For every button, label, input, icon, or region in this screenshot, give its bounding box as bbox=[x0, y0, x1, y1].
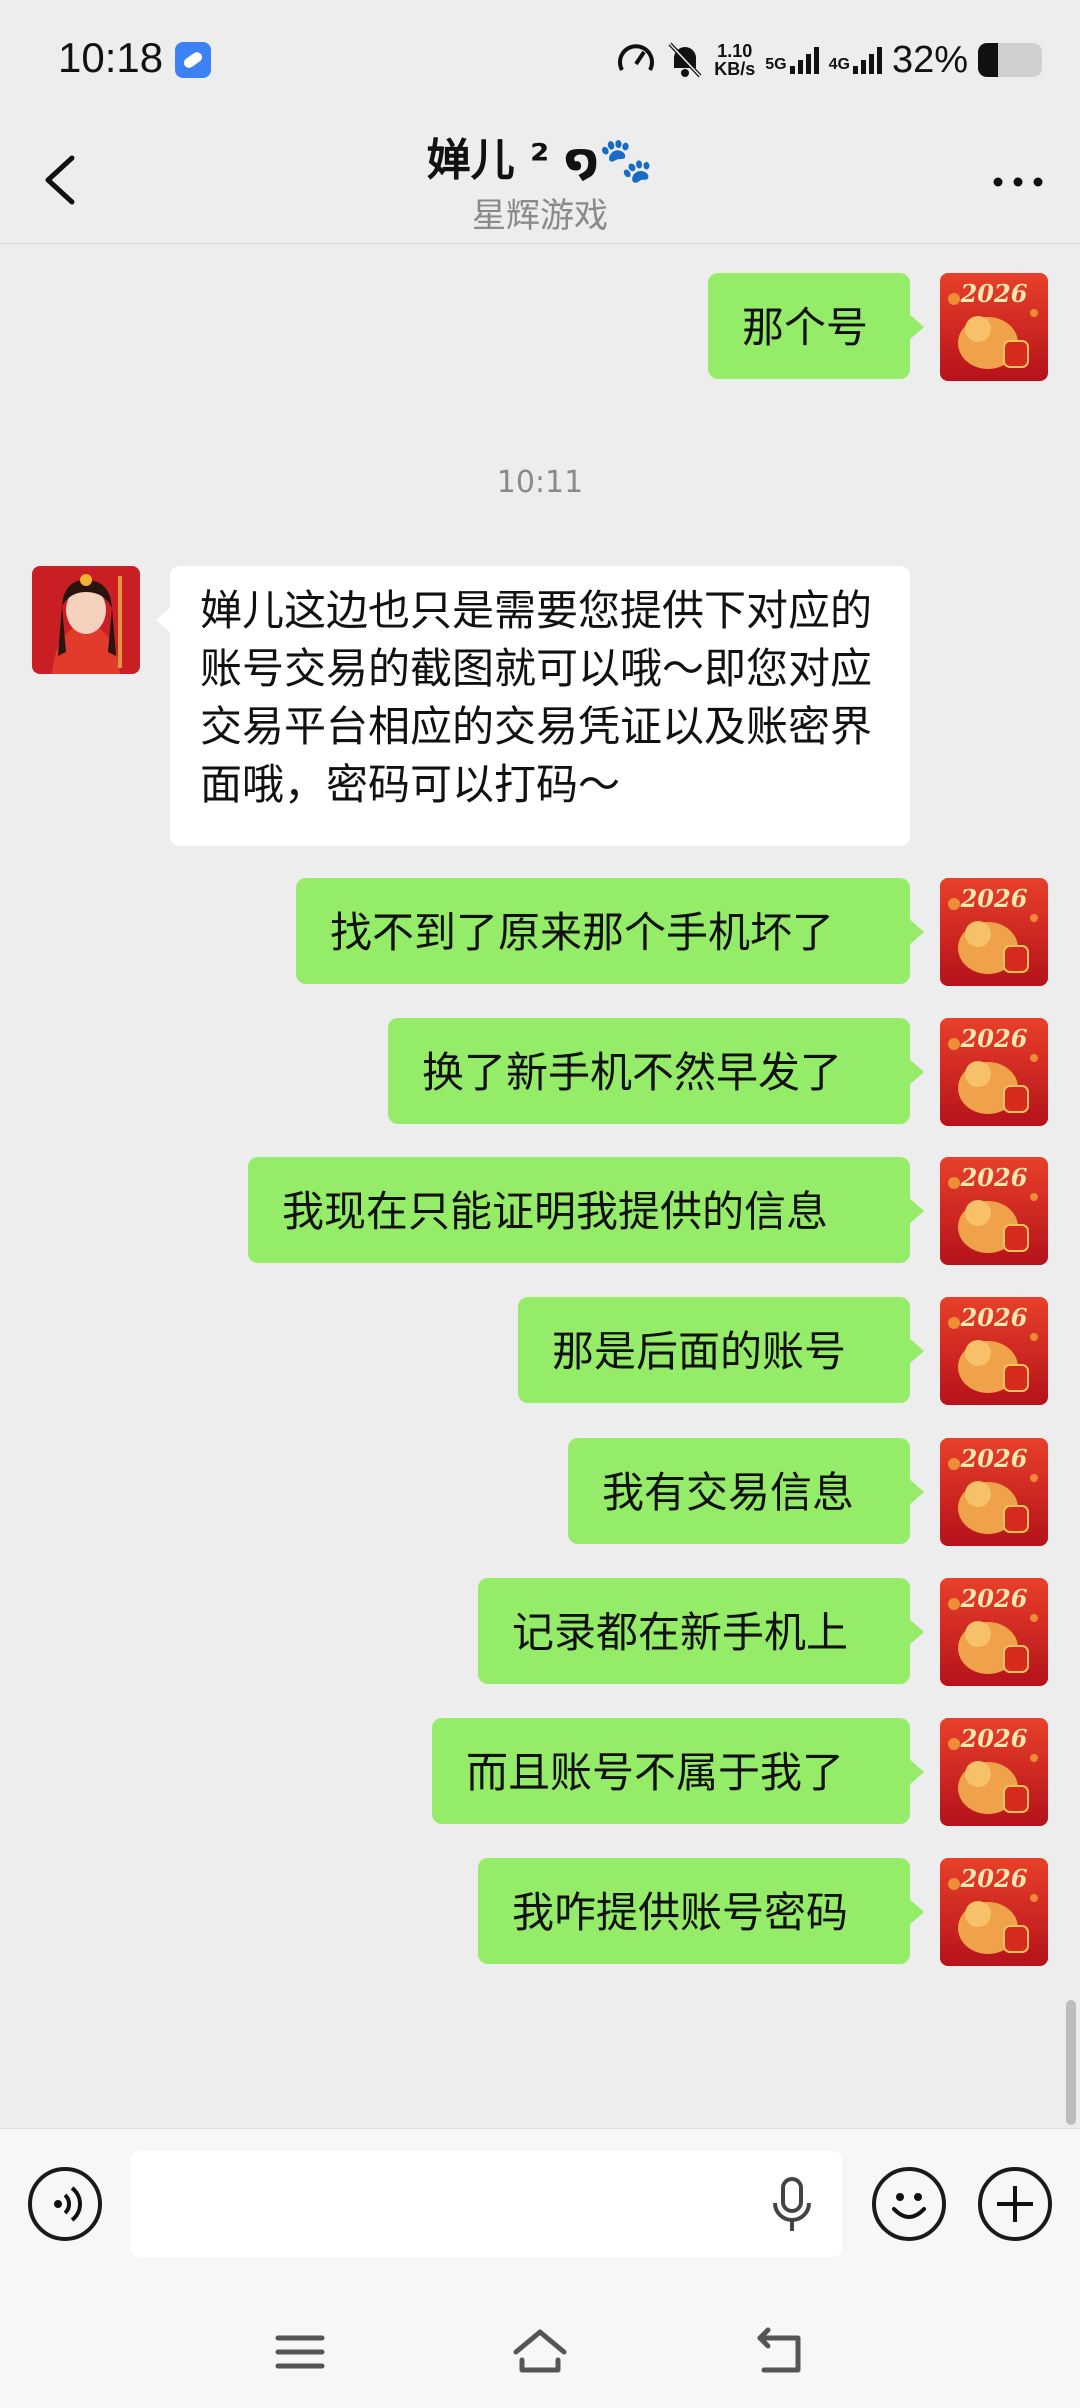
self-avatar[interactable]: 2026 bbox=[940, 1157, 1048, 1266]
network-speed: 1.10 KB/s bbox=[714, 41, 756, 79]
microphone-icon[interactable] bbox=[770, 2175, 814, 2235]
chat-subtitle: 星辉游戏 bbox=[472, 196, 608, 236]
system-nav-bar bbox=[0, 2298, 1080, 2408]
self-avatar[interactable]: 2026 bbox=[940, 272, 1048, 381]
self-avatar[interactable]: 2026 bbox=[940, 1718, 1048, 1827]
signal-5g: 5G bbox=[765, 46, 819, 74]
avatar-year-label: 2026 bbox=[960, 1023, 1028, 1053]
avatar-year-label: 2026 bbox=[960, 1724, 1028, 1754]
outgoing-message[interactable]: 而且账号不属于我了 bbox=[432, 1718, 924, 1825]
self-avatar[interactable]: 2026 bbox=[940, 1438, 1048, 1547]
app-notification-icon bbox=[175, 42, 211, 78]
outgoing-message[interactable]: 记录都在新手机上 bbox=[478, 1578, 924, 1685]
avatar-year-label: 2026 bbox=[960, 278, 1028, 308]
chat-scrollbar[interactable] bbox=[1066, 2000, 1076, 2125]
outgoing-message[interactable]: 那是后面的账号 bbox=[518, 1297, 924, 1404]
emoji-icon bbox=[892, 2193, 926, 2219]
outgoing-message[interactable]: 找不到了原来那个手机坏了 bbox=[296, 877, 924, 984]
mute-bell-icon bbox=[668, 42, 702, 78]
outgoing-message[interactable]: 我现在只能证明我提供的信息 bbox=[248, 1157, 924, 1264]
signal-icon bbox=[789, 46, 819, 74]
menu-icon[interactable] bbox=[270, 2324, 330, 2380]
chat-title[interactable]: 婵儿 ² ໑🐾 bbox=[0, 124, 1080, 188]
self-avatar[interactable]: 2026 bbox=[940, 1857, 1048, 1966]
battery-icon bbox=[978, 43, 1042, 77]
outgoing-message[interactable]: 我咋提供账号密码 bbox=[478, 1857, 924, 1964]
contact-avatar[interactable] bbox=[32, 566, 140, 675]
battery-fill bbox=[978, 43, 999, 77]
chat-header: 婵儿 ² ໑🐾 星辉游戏 bbox=[0, 118, 1080, 244]
avatar-year-label: 2026 bbox=[960, 1863, 1028, 1893]
input-bar bbox=[0, 2128, 1080, 2298]
outgoing-message[interactable]: 我有交易信息 bbox=[568, 1438, 924, 1545]
self-avatar[interactable]: 2026 bbox=[940, 1297, 1048, 1406]
speedometer-icon bbox=[618, 44, 655, 71]
outgoing-message[interactable]: 那个号 bbox=[708, 272, 924, 379]
voice-toggle-button[interactable] bbox=[28, 2167, 102, 2241]
avatar-year-label: 2026 bbox=[960, 1584, 1028, 1614]
more-functions-button[interactable] bbox=[978, 2167, 1052, 2241]
self-avatar[interactable]: 2026 bbox=[940, 1578, 1048, 1687]
status-bar: 10:18 1.10 KB/s 5G 4G 32% bbox=[0, 0, 1080, 118]
signal-4g: 4G bbox=[829, 46, 882, 74]
avatar-year-label: 2026 bbox=[960, 1303, 1028, 1333]
outgoing-message[interactable]: 换了新手机不然早发了 bbox=[388, 1017, 924, 1124]
incoming-message[interactable]: 婵儿这边也只是需要您提供下对应的账号交易的截图就可以哦～即您对应交易平台相应的交… bbox=[156, 566, 910, 847]
avatar-year-label: 2026 bbox=[960, 883, 1028, 913]
signal-icon bbox=[852, 46, 882, 74]
self-avatar[interactable]: 2026 bbox=[940, 877, 1048, 986]
chat-area[interactable]: 那个人跟我没关系2026那个号202610:11婵儿这边也只是需要您提供下对应的… bbox=[0, 245, 1080, 2128]
status-indicators: 1.10 KB/s 5G 4G 32% bbox=[616, 30, 1042, 90]
avatar-year-label: 2026 bbox=[960, 1163, 1028, 1193]
home-icon[interactable] bbox=[510, 2324, 570, 2380]
avatar-year-label: 2026 bbox=[960, 1444, 1028, 1474]
battery-percent: 32% bbox=[891, 38, 968, 81]
status-time: 10:18 bbox=[58, 34, 164, 81]
back-nav-icon[interactable] bbox=[750, 2324, 810, 2380]
voice-icon bbox=[54, 2186, 82, 2222]
message-input[interactable] bbox=[130, 2151, 842, 2257]
message-timestamp: 10:11 bbox=[496, 464, 584, 500]
emoji-button[interactable] bbox=[872, 2167, 946, 2241]
plus-icon bbox=[997, 2186, 1033, 2222]
more-options-button[interactable] bbox=[986, 162, 1050, 202]
self-avatar[interactable]: 2026 bbox=[940, 1017, 1048, 1126]
